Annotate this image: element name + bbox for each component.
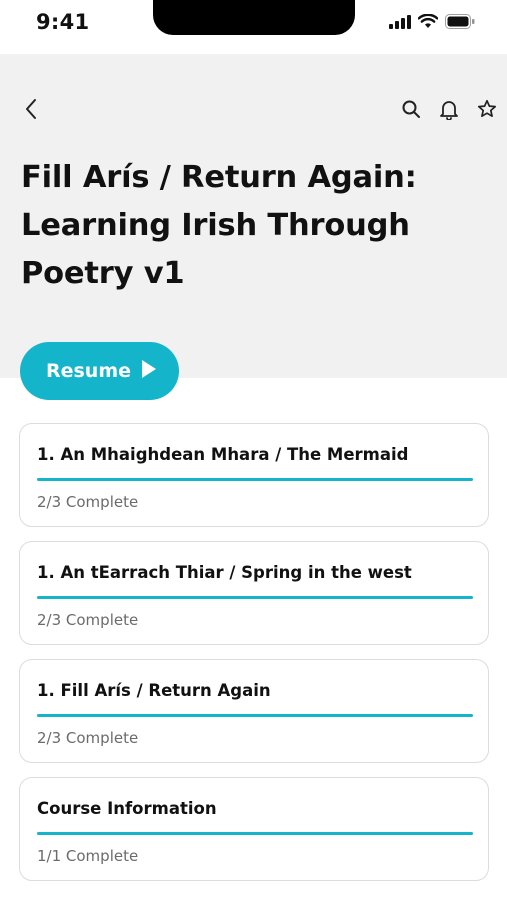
module-progress-bar [37, 596, 473, 599]
module-status: 2/3 Complete [37, 493, 139, 511]
module-progress-fill [37, 832, 473, 835]
module-progress-fill [37, 596, 473, 599]
header-actions [397, 98, 501, 124]
status-time: 9:41 [36, 10, 90, 34]
module-title: 1. Fill Arís / Return Again [37, 681, 271, 700]
module-card[interactable]: Course Information 1/1 Complete [19, 777, 489, 881]
module-card[interactable]: 1. An Mhaighdean Mhara / The Mermaid 2/3… [19, 423, 489, 527]
module-title: 1. An Mhaighdean Mhara / The Mermaid [37, 445, 409, 464]
status-icons [389, 13, 475, 33]
favorite-button[interactable] [473, 98, 501, 124]
module-progress-bar [37, 714, 473, 717]
module-status: 1/1 Complete [37, 847, 139, 865]
module-title: Course Information [37, 799, 217, 818]
module-title: 1. An tEarrach Thiar / Spring in the wes… [37, 563, 412, 582]
course-screen: 9:41 Fill Arís / Return Again: Learning … [0, 0, 507, 900]
module-card[interactable]: 1. Fill Arís / Return Again 2/3 Complete [19, 659, 489, 763]
chevron-left-icon [24, 98, 38, 124]
notifications-button[interactable] [435, 98, 463, 124]
module-progress-bar [37, 478, 473, 481]
resume-button-label: Resume [45, 360, 132, 382]
course-title: Fill Arís / Return Again: Learning Irish… [21, 160, 417, 291]
module-progress-bar [37, 832, 473, 835]
module-progress-fill [37, 714, 473, 717]
play-icon [141, 359, 157, 384]
module-card[interactable]: 1. An tEarrach Thiar / Spring in the wes… [19, 541, 489, 645]
battery-icon [445, 14, 475, 33]
course-header: Fill Arís / Return Again: Learning Irish… [0, 54, 507, 378]
module-list: 1. An Mhaighdean Mhara / The Mermaid 2/3… [19, 423, 489, 895]
resume-button[interactable]: Resume [20, 342, 179, 400]
module-progress-fill [37, 478, 473, 481]
back-button[interactable] [18, 98, 44, 124]
search-icon [401, 99, 421, 123]
module-status: 2/3 Complete [37, 729, 139, 747]
search-button[interactable] [397, 98, 425, 124]
wifi-icon [417, 13, 439, 33]
device-notch [153, 0, 355, 35]
cellular-signal-icon [389, 14, 411, 33]
status-bar: 9:41 [0, 0, 507, 54]
module-status: 2/3 Complete [37, 611, 139, 629]
star-icon [477, 99, 497, 123]
bell-icon [439, 99, 459, 124]
